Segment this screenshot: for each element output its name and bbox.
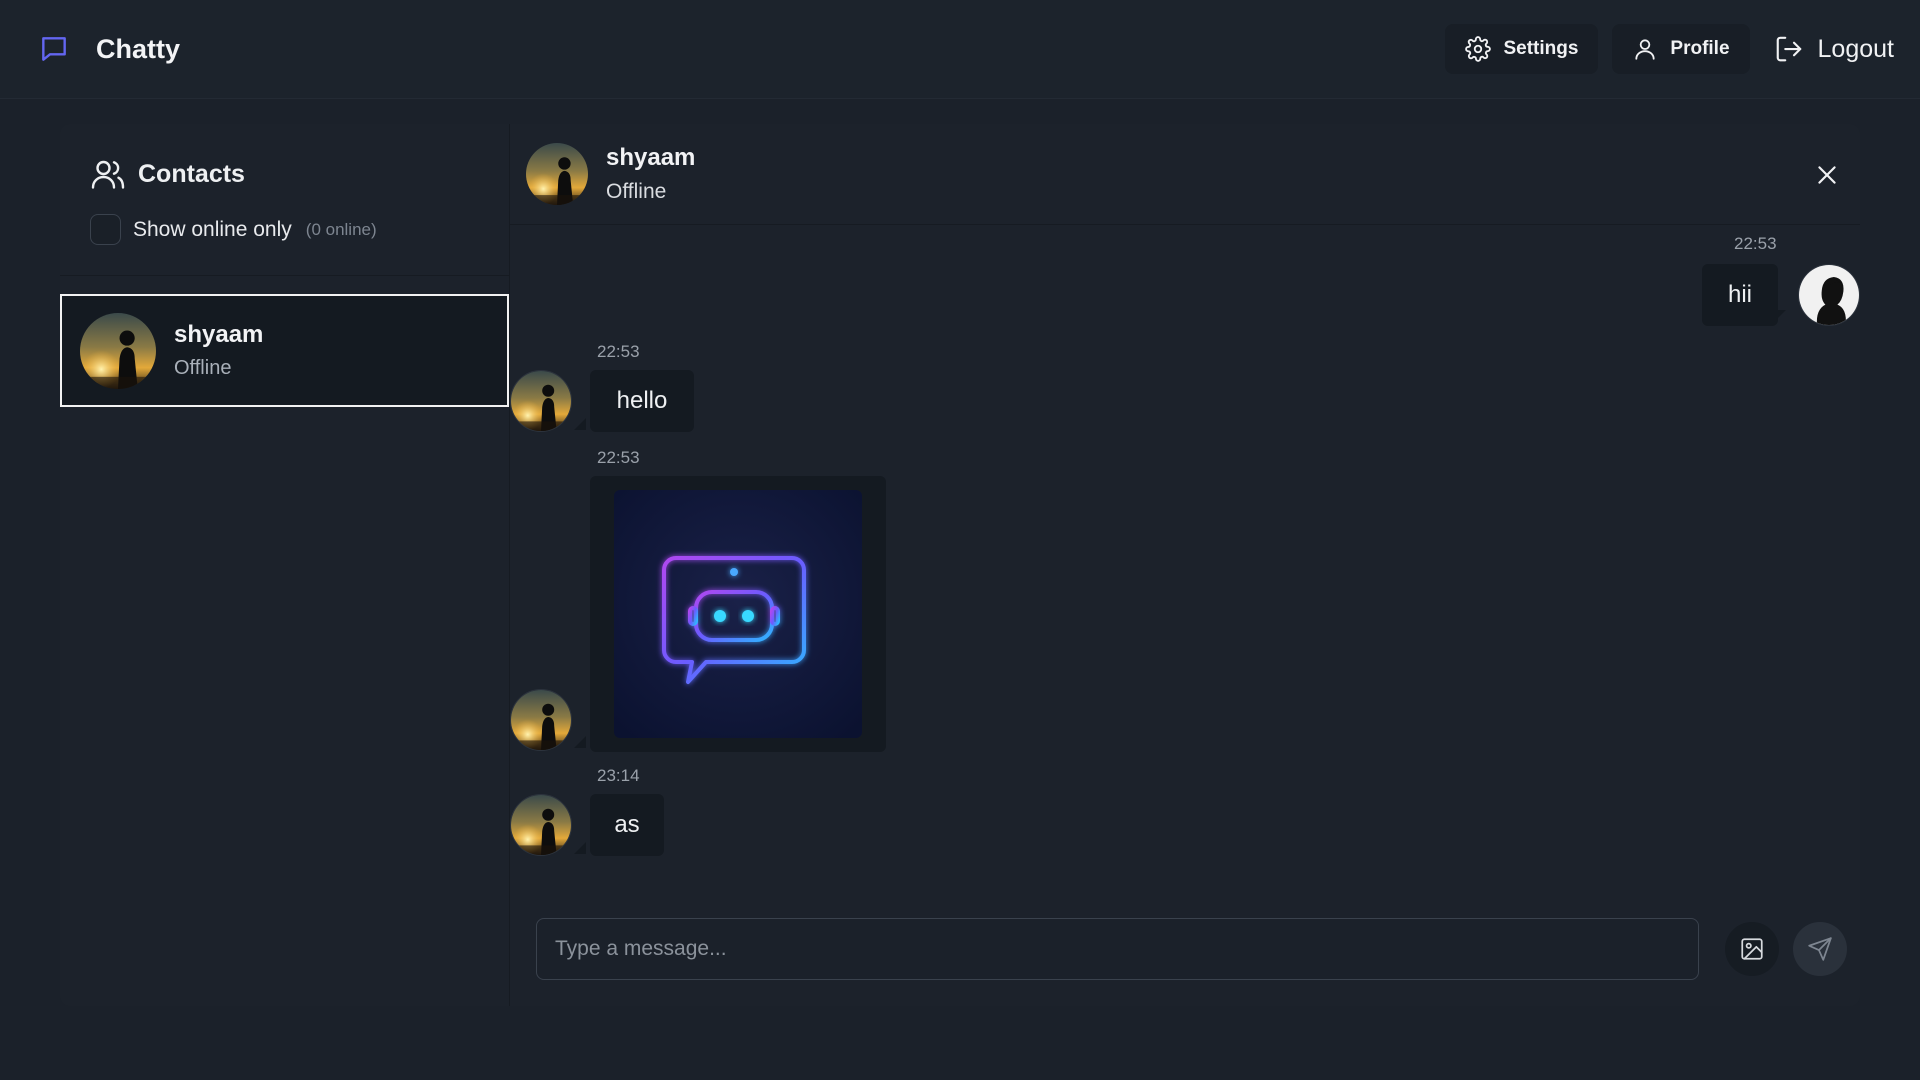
contacts-heading: Contacts [90, 156, 479, 192]
show-online-checkbox[interactable] [90, 214, 121, 245]
profile-label: Profile [1670, 38, 1730, 59]
avatar [1798, 264, 1860, 326]
contact-info: shyaam Offline [174, 321, 263, 380]
avatar [510, 689, 572, 751]
bubble-tail [574, 736, 586, 748]
chat-contact-info: shyaam Offline [606, 144, 695, 204]
image-bubble[interactable] [590, 476, 886, 752]
message-bubble: as [590, 794, 664, 856]
message-input[interactable] [536, 918, 1699, 980]
send-button[interactable] [1793, 922, 1847, 976]
logout-label: Logout [1817, 34, 1894, 63]
message-bubble: hii [1702, 264, 1778, 326]
robot-chat-image[interactable] [614, 490, 862, 738]
brand[interactable]: Chatty [38, 33, 180, 65]
online-filter: Show online only (0 online) [90, 214, 479, 245]
app-name: Chatty [96, 33, 181, 64]
bubble-tail [1774, 310, 1786, 322]
bubble-tail [574, 418, 586, 430]
top-navbar: Chatty Settings Profile Logout [0, 0, 1920, 99]
sidebar-header: Contacts Show online only (0 online) [60, 124, 509, 276]
user-icon [1632, 36, 1658, 62]
message-composer [536, 918, 1856, 980]
send-icon [1807, 936, 1833, 962]
chat-bubble-icon [38, 33, 70, 65]
profile-button[interactable]: Profile [1612, 24, 1750, 74]
avatar [510, 370, 572, 432]
avatar [80, 313, 156, 389]
avatar [526, 143, 588, 205]
bubble-tail [574, 842, 586, 854]
contact-item-shyaam[interactable]: shyaam Offline [60, 294, 509, 407]
message-time: 22:53 [597, 448, 640, 467]
show-online-label[interactable]: Show online only [133, 218, 292, 242]
settings-label: Settings [1503, 38, 1579, 59]
chat-contact-status: Offline [606, 180, 667, 203]
message-time: 22:53 [1734, 234, 1777, 253]
settings-button[interactable]: Settings [1445, 24, 1599, 74]
close-chat-button[interactable] [1814, 162, 1840, 188]
image-icon [1739, 936, 1765, 962]
online-count: (0 online) [305, 219, 377, 239]
message-time: 22:53 [597, 342, 640, 361]
contact-name: shyaam [174, 321, 264, 348]
logout-icon [1774, 34, 1804, 64]
gear-icon [1465, 36, 1492, 62]
logout-button[interactable]: Logout [1764, 24, 1894, 74]
avatar [510, 794, 572, 856]
chat-panel: shyaam Offline 22:53 hii 22:53 hello 22:… [510, 124, 1860, 1006]
close-icon [1814, 162, 1840, 188]
contact-status: Offline [174, 357, 232, 379]
contacts-sidebar: Contacts Show online only (0 online) shy… [60, 124, 510, 1006]
chat-contact-name: shyaam [606, 144, 696, 171]
nav-actions: Settings Profile Logout [1445, 24, 1894, 74]
message-bubble: hello [590, 370, 694, 432]
users-icon [90, 156, 126, 192]
contacts-title: Contacts [138, 159, 245, 188]
chat-header: shyaam Offline [510, 124, 1860, 225]
message-time: 23:14 [597, 766, 640, 785]
attach-image-button[interactable] [1725, 922, 1779, 976]
chat-container: Contacts Show online only (0 online) shy… [60, 124, 1860, 1006]
